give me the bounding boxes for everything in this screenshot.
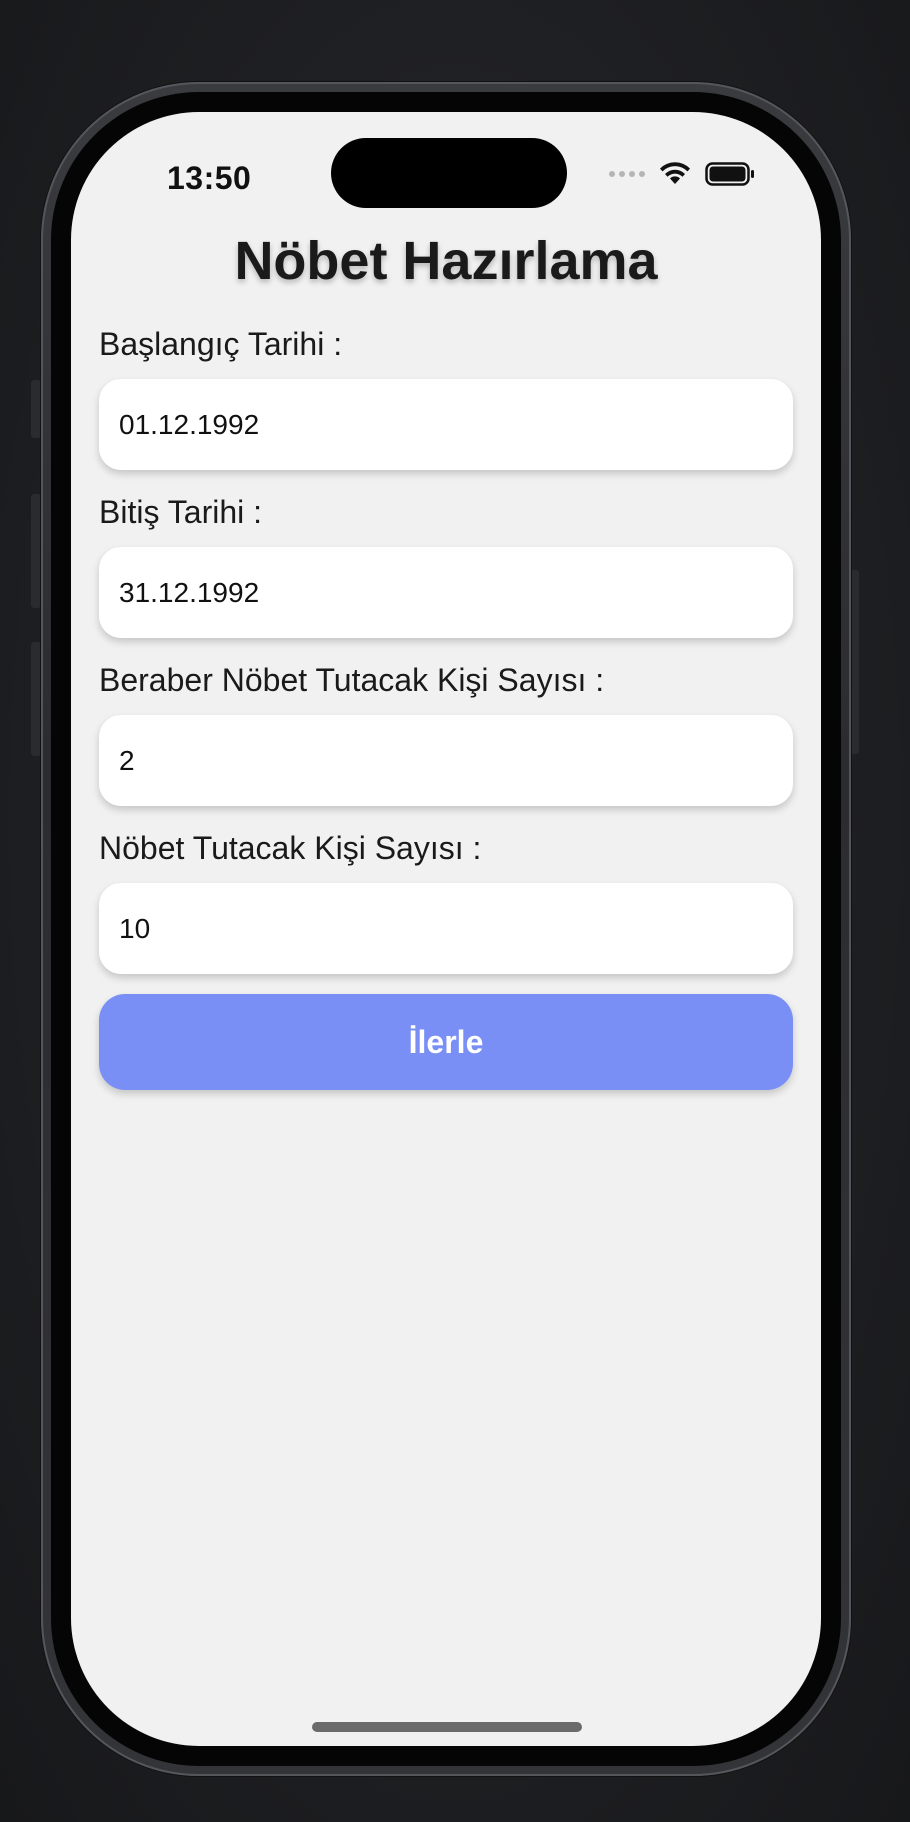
dynamic-island	[331, 138, 567, 208]
status-indicators	[609, 162, 755, 186]
home-indicator[interactable]	[312, 1722, 582, 1732]
device-volume-down-button	[31, 642, 41, 756]
total-people-input[interactable]	[99, 883, 793, 974]
end-date-label: Bitiş Tarihi :	[99, 494, 263, 530]
start-date-label: Başlangıç Tarihi :	[99, 326, 343, 362]
people-per-shift-label: Beraber Nöbet Tutacak Kişi Sayısı :	[99, 662, 605, 698]
app-screen: 13:50 Nöbet Hazırlama Başlangıç Tarihi:…	[71, 112, 821, 1746]
device-bezel: 13:50 Nöbet Hazırlama Başlangıç Tarihi:…	[51, 92, 841, 1766]
status-time: 13:50	[167, 160, 252, 196]
end-date-input[interactable]	[99, 547, 793, 638]
people-per-shift-input[interactable]	[99, 715, 793, 806]
device-action-button	[31, 380, 41, 438]
battery-icon	[705, 162, 754, 186]
page-title: Nöbet Hazırlama	[234, 231, 658, 291]
continue-button[interactable]: İlerle	[99, 994, 793, 1090]
total-people-label: Nöbet Tutacak Kişi Sayısı :	[99, 830, 482, 866]
wifi-icon	[660, 162, 690, 184]
shift-form: Başlangıç Tarihi : Bitiş Tarihi : Berabe…	[99, 324, 793, 1090]
start-date-input[interactable]	[99, 379, 793, 470]
device-volume-up-button	[31, 494, 41, 608]
signal-icon	[609, 171, 645, 177]
device-frame: 13:50 Nöbet Hazırlama Başlangıç Tarihi:…	[41, 82, 851, 1776]
